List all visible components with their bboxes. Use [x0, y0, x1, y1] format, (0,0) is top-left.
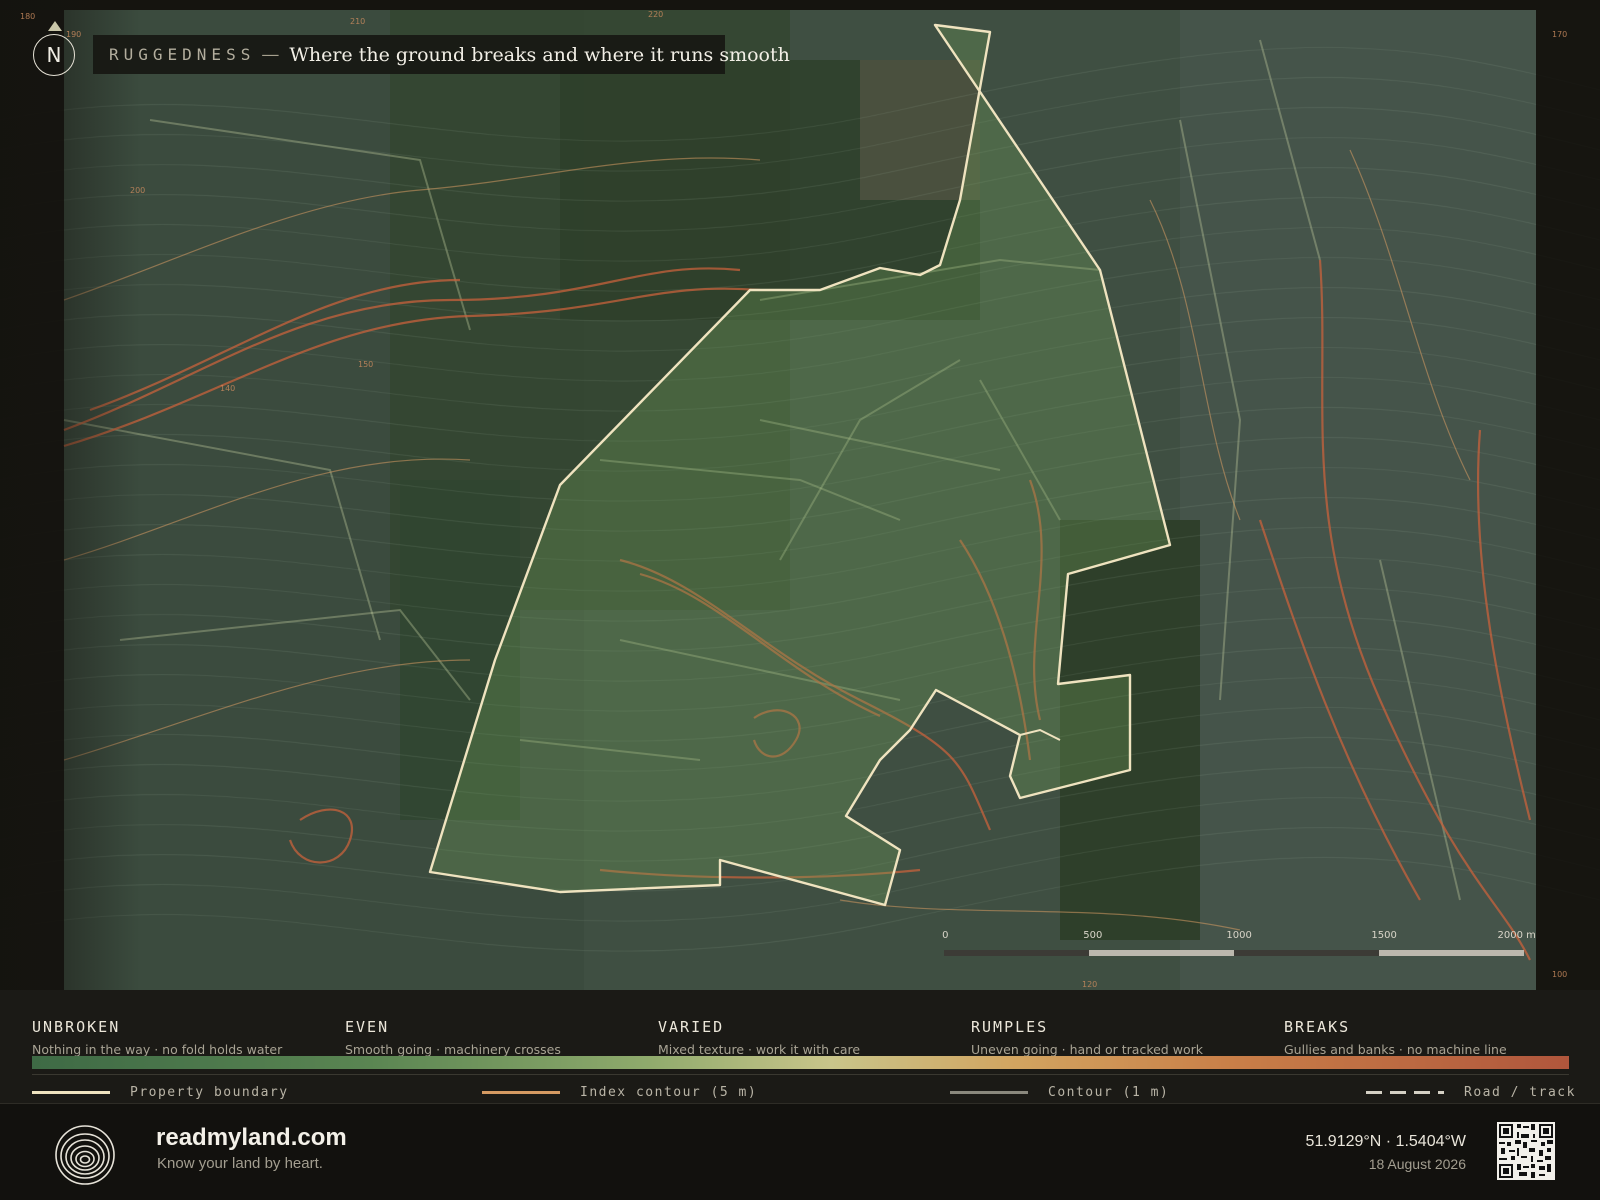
class-desc: Uneven going · hand or tracked work — [971, 1042, 1203, 1057]
class-name: VARIED — [658, 1018, 725, 1036]
ruggedness-color-ramp — [32, 1056, 1569, 1069]
key-label: Index contour (5 m) — [580, 1084, 758, 1100]
legend-class-varied: VARIED Mixed texture · work it with care — [658, 1018, 958, 1057]
contour-label: 220 — [648, 10, 664, 19]
coordinates: 51.9129°N · 1.5404°W — [1305, 1133, 1466, 1150]
contour-label: 120 — [1082, 980, 1098, 989]
scale-tick: 500 — [1083, 930, 1103, 941]
class-desc: Gullies and banks · no machine line — [1284, 1042, 1507, 1057]
tagline: Know your land by heart. — [157, 1155, 323, 1172]
legend-key-index-contour: Index contour (5 m) — [482, 1084, 757, 1100]
class-name: UNBROKEN — [32, 1018, 121, 1036]
contour-label: 150 — [358, 360, 374, 369]
contour-label: 200 — [130, 186, 146, 195]
key-label: Contour (1 m) — [1048, 1084, 1170, 1100]
key-label: Road / track — [1464, 1084, 1576, 1100]
contour-label: 190 — [66, 30, 82, 39]
scale-tick: 1500 — [1371, 930, 1397, 941]
contour-label: 140 — [220, 384, 236, 393]
contour-label: 180 — [20, 12, 36, 21]
map-canvas[interactable] — [0, 0, 1600, 990]
contour-swatch — [950, 1090, 1028, 1094]
boundary-swatch — [32, 1090, 110, 1094]
date: 18 August 2026 — [1368, 1156, 1466, 1172]
legend-class-rumples: RUMPLES Uneven going · hand or tracked w… — [971, 1018, 1271, 1057]
key-label: Property boundary — [130, 1084, 289, 1100]
legend-class-unbroken: UNBROKEN Nothing in the way · no fold ho… — [32, 1018, 332, 1057]
brand-link[interactable]: readmyland.com — [156, 1124, 347, 1152]
fingerprint-logo-icon — [55, 1125, 115, 1185]
north-arrow-icon — [48, 21, 62, 31]
class-name: RUMPLES — [971, 1018, 1049, 1036]
title-dash: — — [261, 44, 280, 65]
legend-class-even: EVEN Smooth going · machinery crosses — [345, 1018, 645, 1057]
legend-key-boundary: Property boundary — [32, 1084, 289, 1100]
legend-divider — [32, 1074, 1569, 1075]
scale-tick: 2000 m — [1497, 930, 1536, 941]
title-kicker: RUGGEDNESS — [109, 45, 256, 64]
class-name: BREAKS — [1284, 1018, 1351, 1036]
scale-labels: 0 500 1000 1500 2000 m — [938, 930, 1536, 954]
contour-label: 210 — [350, 17, 366, 26]
map-panel[interactable]: N RUGGEDNESS — Where the ground breaks a… — [0, 0, 1600, 990]
legend-key-road: Road / track — [1366, 1084, 1576, 1100]
class-name: EVEN — [345, 1018, 390, 1036]
class-desc: Smooth going · machinery crosses — [345, 1042, 561, 1057]
footer — [0, 1104, 1600, 1200]
map-title: RUGGEDNESS — Where the ground breaks and… — [93, 35, 790, 74]
index-contour-swatch — [482, 1090, 560, 1094]
road-swatch — [1366, 1090, 1444, 1094]
title-text: Where the ground breaks and where it run… — [289, 43, 790, 66]
legend-class-breaks: BREAKS Gullies and banks · no machine li… — [1284, 1018, 1584, 1057]
contour-label: 100 — [1552, 970, 1568, 979]
contour-label: 170 — [1552, 30, 1568, 39]
north-indicator: N — [33, 34, 75, 76]
class-desc: Mixed texture · work it with care — [658, 1042, 861, 1057]
scale-tick: 1000 — [1226, 930, 1252, 941]
scale-tick: 0 — [942, 930, 949, 941]
class-desc: Nothing in the way · no fold holds water — [32, 1042, 283, 1057]
legend-key-contour: Contour (1 m) — [950, 1084, 1169, 1100]
qr-code-icon[interactable] — [1497, 1122, 1555, 1180]
